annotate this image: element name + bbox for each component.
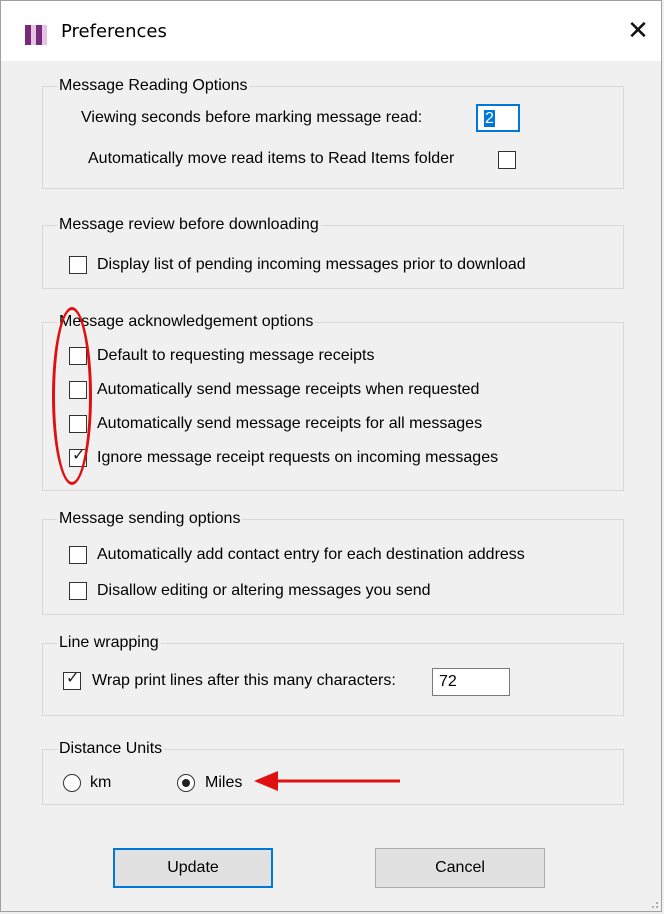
request-receipts-checkbox[interactable] — [69, 347, 87, 365]
reading-options-group: Message Reading Options Viewing seconds … — [42, 76, 624, 189]
ignore-receipts-label: Ignore message receipt requests on incom… — [97, 449, 499, 466]
group-title: Distance Units — [57, 739, 165, 759]
title-bar: Preferences ✕ — [1, 1, 661, 61]
group-title: Message sending options — [57, 509, 243, 529]
checkmark-icon: ✓ — [72, 445, 86, 464]
request-receipts-label: Default to requesting message receipts — [97, 347, 375, 364]
app-icon — [25, 25, 47, 45]
move-read-items-label: Automatically move read items to Read It… — [88, 150, 455, 167]
update-button[interactable]: Update — [113, 848, 273, 888]
miles-label: Miles — [205, 774, 243, 791]
group-title: Line wrapping — [57, 633, 161, 653]
viewing-seconds-label: Viewing seconds before marking message r… — [81, 109, 423, 126]
resize-grip-icon[interactable] — [647, 897, 659, 909]
disallow-editing-checkbox[interactable] — [69, 582, 87, 600]
send-receipts-requested-checkbox[interactable] — [69, 381, 87, 399]
review-group: Message review before downloading Displa… — [42, 215, 624, 289]
viewing-seconds-input[interactable]: 2 — [476, 104, 520, 132]
send-receipts-requested-label: Automatically send message receipts when… — [97, 381, 480, 398]
window-title: Preferences — [61, 21, 167, 42]
checkmark-icon: ✓ — [66, 668, 80, 687]
display-pending-checkbox[interactable] — [69, 256, 87, 274]
add-contact-checkbox[interactable] — [69, 546, 87, 564]
add-contact-label: Automatically add contact entry for each… — [97, 546, 525, 563]
wrap-characters-input[interactable]: 72 — [432, 668, 510, 696]
display-pending-label: Display list of pending incoming message… — [97, 256, 526, 273]
km-radio[interactable] — [63, 774, 81, 792]
send-receipts-all-label: Automatically send message receipts for … — [97, 415, 483, 432]
group-title: Message Reading Options — [57, 76, 250, 96]
send-receipts-all-checkbox[interactable] — [69, 415, 87, 433]
ignore-receipts-checkbox[interactable]: ✓ — [69, 445, 87, 467]
miles-radio[interactable] — [177, 774, 195, 792]
disallow-editing-label: Disallow editing or altering messages yo… — [97, 582, 431, 599]
acknowledgement-group: Message acknowledgement options Default … — [42, 312, 624, 491]
group-title: Message acknowledgement options — [57, 312, 316, 332]
cancel-button[interactable]: Cancel — [375, 848, 545, 888]
line-wrapping-group: Line wrapping ✓ Wrap print lines after t… — [42, 633, 624, 716]
close-button[interactable]: ✕ — [621, 15, 655, 47]
wrap-lines-checkbox[interactable]: ✓ — [63, 668, 81, 690]
sending-group: Message sending options Automatically ad… — [42, 509, 624, 615]
km-label: km — [90, 774, 112, 791]
move-read-items-checkbox[interactable] — [498, 151, 516, 169]
annotation-arrow-icon — [254, 771, 400, 791]
radio-selected-dot — [182, 779, 190, 787]
viewing-seconds-value: 2 — [484, 110, 495, 127]
group-title: Message review before downloading — [57, 215, 321, 235]
wrap-lines-label: Wrap print lines after this many charact… — [92, 672, 396, 689]
